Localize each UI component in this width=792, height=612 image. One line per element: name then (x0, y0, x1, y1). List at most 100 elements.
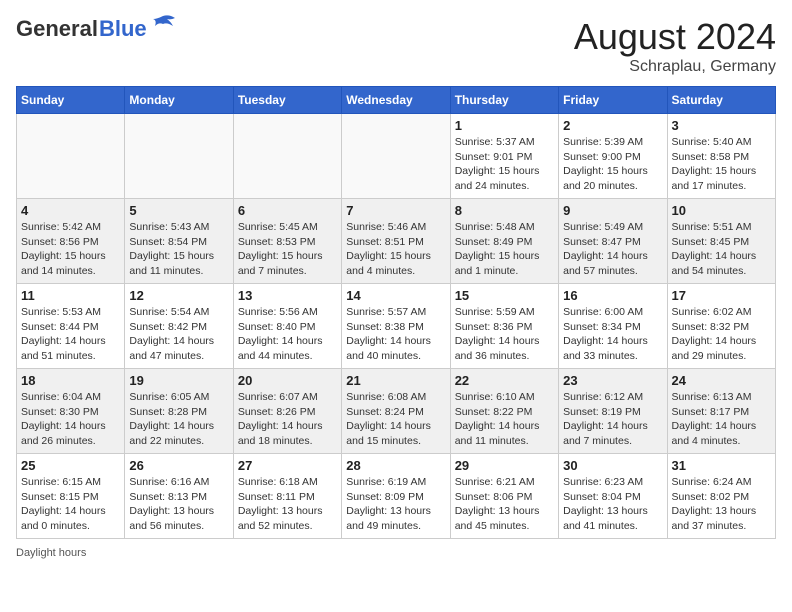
day-info: Sunrise: 6:18 AM Sunset: 8:11 PM Dayligh… (238, 475, 337, 534)
calendar-cell: 24 Sunrise: 6:13 AM Sunset: 8:17 PM Dayli… (667, 369, 775, 454)
calendar-cell: 3 Sunrise: 5:40 AM Sunset: 8:58 PM Daylig… (667, 114, 775, 199)
day-of-week-header: Wednesday (342, 87, 450, 114)
day-number: 6 (238, 203, 337, 218)
day-number: 14 (346, 288, 445, 303)
day-info: Sunrise: 5:37 AM Sunset: 9:01 PM Dayligh… (455, 135, 554, 194)
location-subtitle: Schraplau, Germany (574, 58, 776, 76)
calendar-cell: 14 Sunrise: 5:57 AM Sunset: 8:38 PM Dayli… (342, 284, 450, 369)
day-of-week-header: Sunday (17, 87, 125, 114)
day-of-week-header: Tuesday (233, 87, 341, 114)
day-info: Sunrise: 5:56 AM Sunset: 8:40 PM Dayligh… (238, 305, 337, 364)
day-of-week-header: Saturday (667, 87, 775, 114)
day-number: 25 (21, 458, 120, 473)
calendar-cell: 23Sunrise: 6:12 AM Sunset: 8:19 PM Dayli… (559, 369, 667, 454)
day-number: 2 (563, 118, 662, 133)
day-number: 29 (455, 458, 554, 473)
day-info: Sunrise: 5:39 AM Sunset: 9:00 PM Dayligh… (563, 135, 662, 194)
day-info: Sunrise: 6:13 AM Sunset: 8:17 PM Dayligh… (672, 390, 771, 449)
calendar-cell: 5Sunrise: 5:43 AM Sunset: 8:54 PM Daylig… (125, 199, 233, 284)
calendar-week-row: 25Sunrise: 6:15 AM Sunset: 8:15 PM Dayli… (17, 454, 776, 539)
day-info: Sunrise: 6:10 AM Sunset: 8:22 PM Dayligh… (455, 390, 554, 449)
day-number: 18 (21, 373, 120, 388)
day-info: Sunrise: 6:16 AM Sunset: 8:13 PM Dayligh… (129, 475, 228, 534)
day-number: 15 (455, 288, 554, 303)
logo-general: General (16, 16, 98, 42)
calendar-header-row: SundayMondayTuesdayWednesdayThursdayFrid… (17, 87, 776, 114)
day-info: Sunrise: 6:23 AM Sunset: 8:04 PM Dayligh… (563, 475, 662, 534)
calendar-cell (17, 114, 125, 199)
day-info: Sunrise: 5:45 AM Sunset: 8:53 PM Dayligh… (238, 220, 337, 279)
day-info: Sunrise: 5:40 AM Sunset: 8:58 PM Dayligh… (672, 135, 771, 194)
calendar-cell: 7Sunrise: 5:46 AM Sunset: 8:51 PM Daylig… (342, 199, 450, 284)
calendar-cell: 22 Sunrise: 6:10 AM Sunset: 8:22 PM Dayli… (450, 369, 558, 454)
calendar-cell: 19Sunrise: 6:05 AM Sunset: 8:28 PM Dayli… (125, 369, 233, 454)
calendar-cell: 4 Sunrise: 5:42 AM Sunset: 8:56 PM Daylig… (17, 199, 125, 284)
calendar-cell: 10 Sunrise: 5:51 AM Sunset: 8:45 PM Dayli… (667, 199, 775, 284)
calendar-week-row: 18 Sunrise: 6:04 AM Sunset: 8:30 PM Dayli… (17, 369, 776, 454)
logo: General Blue (16, 16, 177, 42)
day-number: 10 (672, 203, 771, 218)
logo-bird-icon (149, 14, 177, 36)
calendar-week-row: 11 Sunrise: 5:53 AM Sunset: 8:44 PM Dayli… (17, 284, 776, 369)
title-block: August 2024 Schraplau, Germany (574, 16, 776, 76)
day-number: 22 (455, 373, 554, 388)
day-info: Sunrise: 6:07 AM Sunset: 8:26 PM Dayligh… (238, 390, 337, 449)
day-number: 4 (21, 203, 120, 218)
day-number: 3 (672, 118, 771, 133)
day-info: Sunrise: 6:19 AM Sunset: 8:09 PM Dayligh… (346, 475, 445, 534)
calendar-cell (233, 114, 341, 199)
calendar-cell: 20 Sunrise: 6:07 AM Sunset: 8:26 PM Dayli… (233, 369, 341, 454)
day-info: Sunrise: 5:59 AM Sunset: 8:36 PM Dayligh… (455, 305, 554, 364)
day-number: 5 (129, 203, 228, 218)
day-number: 30 (563, 458, 662, 473)
day-number: 1 (455, 118, 554, 133)
day-info: Sunrise: 5:57 AM Sunset: 8:38 PM Dayligh… (346, 305, 445, 364)
legend: Daylight hours (16, 547, 776, 559)
calendar-cell: 13Sunrise: 5:56 AM Sunset: 8:40 PM Dayli… (233, 284, 341, 369)
day-number: 20 (238, 373, 337, 388)
day-number: 11 (21, 288, 120, 303)
day-number: 27 (238, 458, 337, 473)
day-info: Sunrise: 6:24 AM Sunset: 8:02 PM Dayligh… (672, 475, 771, 534)
calendar-cell: 26Sunrise: 6:16 AM Sunset: 8:13 PM Dayli… (125, 454, 233, 539)
calendar-cell: 17 Sunrise: 6:02 AM Sunset: 8:32 PM Dayli… (667, 284, 775, 369)
day-info: Sunrise: 5:42 AM Sunset: 8:56 PM Dayligh… (21, 220, 120, 279)
day-number: 9 (563, 203, 662, 218)
day-info: Sunrise: 6:12 AM Sunset: 8:19 PM Dayligh… (563, 390, 662, 449)
day-info: Sunrise: 6:02 AM Sunset: 8:32 PM Dayligh… (672, 305, 771, 364)
logo-blue: Blue (99, 16, 147, 42)
day-of-week-header: Thursday (450, 87, 558, 114)
day-of-week-header: Monday (125, 87, 233, 114)
calendar-table: SundayMondayTuesdayWednesdayThursdayFrid… (16, 86, 776, 539)
calendar-cell: 6 Sunrise: 5:45 AM Sunset: 8:53 PM Daylig… (233, 199, 341, 284)
page-header: General Blue August 2024 Schraplau, Germ… (16, 16, 776, 76)
calendar-cell: 11 Sunrise: 5:53 AM Sunset: 8:44 PM Dayli… (17, 284, 125, 369)
day-number: 24 (672, 373, 771, 388)
day-info: Sunrise: 5:49 AM Sunset: 8:47 PM Dayligh… (563, 220, 662, 279)
day-info: Sunrise: 6:08 AM Sunset: 8:24 PM Dayligh… (346, 390, 445, 449)
calendar-week-row: 4 Sunrise: 5:42 AM Sunset: 8:56 PM Daylig… (17, 199, 776, 284)
calendar-cell (125, 114, 233, 199)
calendar-cell: 18 Sunrise: 6:04 AM Sunset: 8:30 PM Dayli… (17, 369, 125, 454)
calendar-cell: 25Sunrise: 6:15 AM Sunset: 8:15 PM Dayli… (17, 454, 125, 539)
day-info: Sunrise: 5:48 AM Sunset: 8:49 PM Dayligh… (455, 220, 554, 279)
day-number: 8 (455, 203, 554, 218)
calendar-cell: 9 Sunrise: 5:49 AM Sunset: 8:47 PM Daylig… (559, 199, 667, 284)
calendar-cell: 1 Sunrise: 5:37 AM Sunset: 9:01 PM Daylig… (450, 114, 558, 199)
calendar-cell: 28 Sunrise: 6:19 AM Sunset: 8:09 PM Dayli… (342, 454, 450, 539)
day-number: 16 (563, 288, 662, 303)
day-info: Sunrise: 5:53 AM Sunset: 8:44 PM Dayligh… (21, 305, 120, 364)
day-number: 28 (346, 458, 445, 473)
day-info: Sunrise: 6:00 AM Sunset: 8:34 PM Dayligh… (563, 305, 662, 364)
day-info: Sunrise: 5:51 AM Sunset: 8:45 PM Dayligh… (672, 220, 771, 279)
calendar-cell: 31 Sunrise: 6:24 AM Sunset: 8:02 PM Dayli… (667, 454, 775, 539)
calendar-cell: 2 Sunrise: 5:39 AM Sunset: 9:00 PM Daylig… (559, 114, 667, 199)
calendar-cell: 29 Sunrise: 6:21 AM Sunset: 8:06 PM Dayli… (450, 454, 558, 539)
day-info: Sunrise: 6:04 AM Sunset: 8:30 PM Dayligh… (21, 390, 120, 449)
calendar-cell: 30 Sunrise: 6:23 AM Sunset: 8:04 PM Dayli… (559, 454, 667, 539)
day-number: 31 (672, 458, 771, 473)
day-info: Sunrise: 6:21 AM Sunset: 8:06 PM Dayligh… (455, 475, 554, 534)
calendar-cell: 8 Sunrise: 5:48 AM Sunset: 8:49 PM Daylig… (450, 199, 558, 284)
month-year-title: August 2024 (574, 16, 776, 58)
day-number: 17 (672, 288, 771, 303)
